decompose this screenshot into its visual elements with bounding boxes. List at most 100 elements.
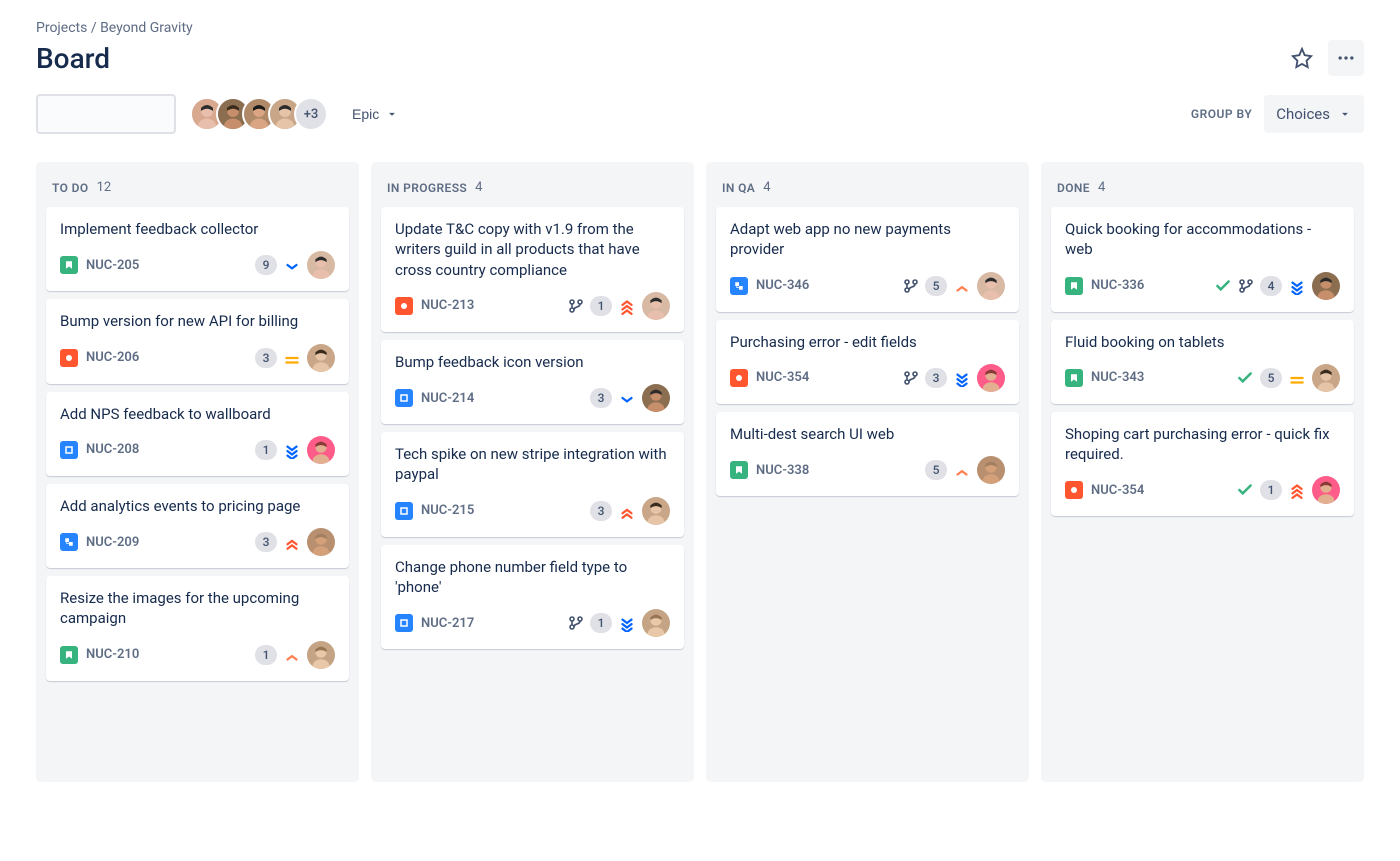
priority-mediumhigh-icon [283,646,301,664]
issue-card[interactable]: Fluid booking on tablets NUC-343 5 [1051,320,1354,404]
issue-card[interactable]: Implement feedback collector NUC-205 9 [46,207,349,291]
priority-high-icon [283,533,301,551]
card-title: Fluid booking on tablets [1065,332,1340,352]
issue-key: NUC-346 [756,278,809,293]
issue-card[interactable]: Add analytics events to pricing page NUC… [46,484,349,568]
column-header: IN QA 4 [716,172,1019,207]
card-title: Purchasing error - edit fields [730,332,1005,352]
card-title: Quick booking for accommodations - web [1065,219,1340,260]
story-icon [730,461,748,479]
issue-key: NUC-338 [756,463,809,478]
task-icon [395,614,413,632]
assignee-avatar[interactable] [307,436,335,464]
story-icon [60,646,78,664]
story-points-badge: 1 [255,645,277,665]
subtask-icon [60,533,78,551]
issue-card[interactable]: Add NPS feedback to wallboard NUC-208 1 [46,392,349,476]
issue-card[interactable]: Update T&C copy with v1.9 from the write… [381,207,684,332]
bug-icon [60,349,78,367]
issue-key: NUC-354 [756,370,809,385]
issue-card[interactable]: Bump version for new API for billing NUC… [46,299,349,383]
assignee-avatar[interactable] [307,528,335,556]
avatar-overflow[interactable]: +3 [294,97,328,131]
column-header: DONE 4 [1051,172,1354,207]
group-by-select[interactable]: Choices [1264,95,1364,133]
card-title: Bump feedback icon version [395,352,670,372]
issue-key: NUC-210 [86,647,139,662]
column: TO DO 12 Implement feedback collector NU… [36,162,359,782]
issue-key: NUC-206 [86,350,139,365]
issue-card[interactable]: Tech spike on new stripe integration wit… [381,432,684,537]
card-title: Multi-dest search UI web [730,424,1005,444]
issue-key: NUC-354 [1091,483,1144,498]
assignee-avatar[interactable] [1312,272,1340,300]
bug-icon [730,369,748,387]
board: TO DO 12 Implement feedback collector NU… [36,162,1364,782]
story-icon [1065,277,1083,295]
done-check-icon [1236,369,1254,387]
priority-low-icon [618,389,636,407]
epic-filter[interactable]: Epic [342,96,409,132]
assignee-avatar[interactable] [642,384,670,412]
group-by-label: GROUP BY [1191,107,1252,121]
branch-icon [1238,278,1254,294]
assignee-avatar[interactable] [642,292,670,320]
card-title: Tech spike on new stripe integration wit… [395,444,670,485]
story-points-badge: 5 [925,276,947,296]
assignee-avatar[interactable] [1312,476,1340,504]
story-points-badge: 3 [255,532,277,552]
bug-icon [395,297,413,315]
column-count: 4 [1098,180,1105,195]
search-input[interactable] [36,94,176,134]
more-icon[interactable] [1328,40,1364,76]
issue-card[interactable]: Quick booking for accommodations - web N… [1051,207,1354,312]
story-points-badge: 5 [925,460,947,480]
priority-mediumhigh-icon [953,277,971,295]
assignee-avatar[interactable] [642,497,670,525]
story-icon [1065,369,1083,387]
breadcrumb-root[interactable]: Projects [36,20,87,36]
issue-card[interactable]: Change phone number field type to 'phone… [381,545,684,650]
issue-card[interactable]: Resize the images for the upcoming campa… [46,576,349,681]
assignee-avatar[interactable] [642,609,670,637]
assignee-avatar[interactable] [307,641,335,669]
priority-low-icon [283,256,301,274]
assignee-avatar[interactable] [307,251,335,279]
priority-medium-icon [283,349,301,367]
priority-lowest-icon [283,441,301,459]
story-points-badge: 3 [590,388,612,408]
done-check-icon [1236,481,1254,499]
priority-medium-icon [1288,369,1306,387]
card-title: Implement feedback collector [60,219,335,239]
card-title: Add analytics events to pricing page [60,496,335,516]
breadcrumb-project[interactable]: Beyond Gravity [100,20,193,36]
story-points-badge: 3 [255,348,277,368]
issue-key: NUC-214 [421,391,474,406]
assignee-avatar[interactable] [307,344,335,372]
issue-card[interactable]: Multi-dest search UI web NUC-338 5 [716,412,1019,496]
column: IN QA 4 Adapt web app no new payments pr… [706,162,1029,782]
issue-key: NUC-215 [421,503,474,518]
story-points-badge: 3 [590,501,612,521]
assignee-avatar[interactable] [977,272,1005,300]
chevron-down-icon [1338,107,1352,121]
group-by-value: Choices [1276,105,1330,123]
card-title: Update T&C copy with v1.9 from the write… [395,219,670,280]
story-points-badge: 1 [590,296,612,316]
priority-lowest-icon [618,614,636,632]
assignee-avatar[interactable] [1312,364,1340,392]
page-title: Board [36,42,110,75]
issue-card[interactable]: Adapt web app no new payments provider N… [716,207,1019,312]
issue-card[interactable]: Shoping cart purchasing error - quick fi… [1051,412,1354,517]
issue-key: NUC-213 [421,298,474,313]
avatar-group[interactable]: +3 [190,97,328,131]
task-icon [395,502,413,520]
card-title: Shoping cart purchasing error - quick fi… [1065,424,1340,465]
assignee-avatar[interactable] [977,364,1005,392]
priority-mediumhigh-icon [953,461,971,479]
column-header: IN PROGRESS 4 [381,172,684,207]
issue-card[interactable]: Purchasing error - edit fields NUC-354 3 [716,320,1019,404]
issue-card[interactable]: Bump feedback icon version NUC-214 3 [381,340,684,424]
assignee-avatar[interactable] [977,456,1005,484]
star-icon[interactable] [1284,40,1320,76]
